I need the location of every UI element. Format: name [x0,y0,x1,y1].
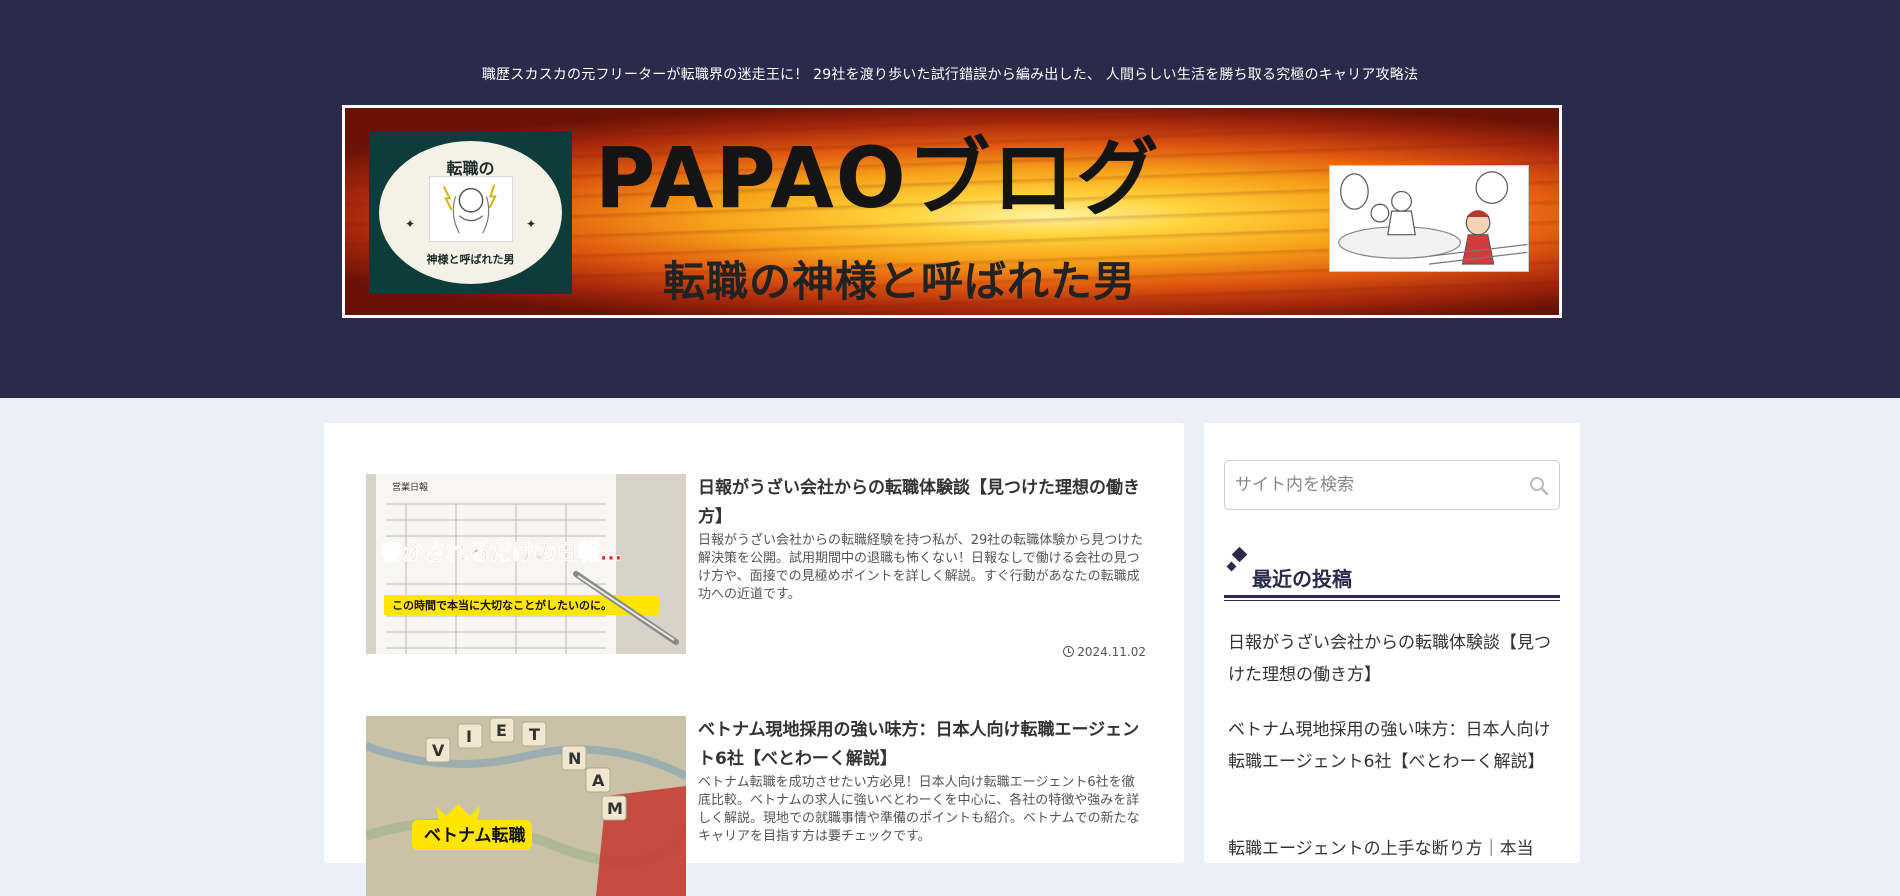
post-thumbnail[interactable]: V I E T N A M ベトナム転職 [366,716,686,896]
search-box [1224,460,1560,510]
star-icon: ✦ [405,217,416,231]
svg-text:T: T [529,725,540,744]
diamond-icon [1231,546,1248,563]
site-header: 職歴スカスカの元フリーターが転職界の迷走王に！ 29社を渡り歩いた試行錯誤から編… [0,0,1900,398]
recent-posts-title: 最近の投稿 [1252,567,1352,591]
site-tagline: 職歴スカスカの元フリーターが転職界の迷走王に！ 29社を渡り歩いた試行錯誤から編… [481,67,1419,83]
thumb-caption: ベトナム転職 [424,825,526,846]
divider [1224,595,1560,598]
divider [1224,600,1560,601]
banner-logo: 転職の ✦ ✦ 神様と呼ばれた男 [369,131,572,294]
svg-text:V: V [432,741,445,760]
header-banner[interactable]: 転職の ✦ ✦ 神様と呼ばれた男 PAPAOブログ 転職の神様と呼ばれた男 [342,105,1562,318]
post-title[interactable]: 日報がうざい会社からの転職体験談【見つけた理想の働き方】 [698,474,1146,532]
svg-text:N: N [568,749,581,768]
logo-bottom-text: 神様と呼ばれた男 [426,253,515,266]
clock-icon [1063,646,1075,657]
banner-comic-illustration [1329,165,1529,272]
banner-title: PAPAOブログ [595,129,1161,227]
svg-text:A: A [592,771,605,790]
post-list: 営業日報 書かされるだけの日報… この時間で本当に大切なことがしたいのに。 日報… [324,423,1184,896]
post-thumbnail[interactable]: 営業日報 書かされるだけの日報… この時間で本当に大切なことがしたいのに。 [366,474,686,654]
star-icon: ✦ [525,217,536,231]
post-excerpt: ベトナム転職を成功させたい方必見！日本人向け転職エージェント6社を徹底比較。ベト… [698,775,1140,844]
recent-post-link[interactable]: 日報がうざい会社からの転職体験談【見つけた理想の働き方】 [1228,627,1562,691]
thumb-caption: 書かされるだけの日報… [380,540,622,566]
svg-text:I: I [466,727,472,746]
svg-text:E: E [496,721,507,740]
diamond-icon [1226,561,1237,572]
post-excerpt: 日報がうざい会社からの転職経験を持つ私が、29社の転職体験から見つけた解決策を公… [698,533,1144,602]
search-icon[interactable] [1529,476,1549,496]
search-input[interactable] [1235,461,1525,509]
thumb-subcaption: この時間で本当に大切なことがしたいのに。 [392,598,612,612]
svg-text:M: M [607,799,623,818]
banner-subtitle: 転職の神様と呼ばれた男 [663,257,1137,306]
recent-post-link[interactable]: ベトナム現地採用の強い味方：日本人向け転職エージェント6社【べとわーく解説】 [1228,714,1562,778]
sidebar: 最近の投稿 日報がうざい会社からの転職体験談【見つけた理想の働き方】 ベトナム現… [1204,423,1580,863]
logo-illustration [429,176,513,242]
recent-posts-header: 最近の投稿 [1224,545,1560,601]
thumb-doc-title: 営業日報 [392,481,428,493]
post-title[interactable]: ベトナム現地採用の強い味方：日本人向け転職エージェント6社【べとわーく解説】 [698,716,1146,774]
post-date: 2024.11.02 [1063,645,1146,659]
recent-post-link[interactable]: 転職エージェントの上手な断り方｜本当 [1228,833,1562,865]
